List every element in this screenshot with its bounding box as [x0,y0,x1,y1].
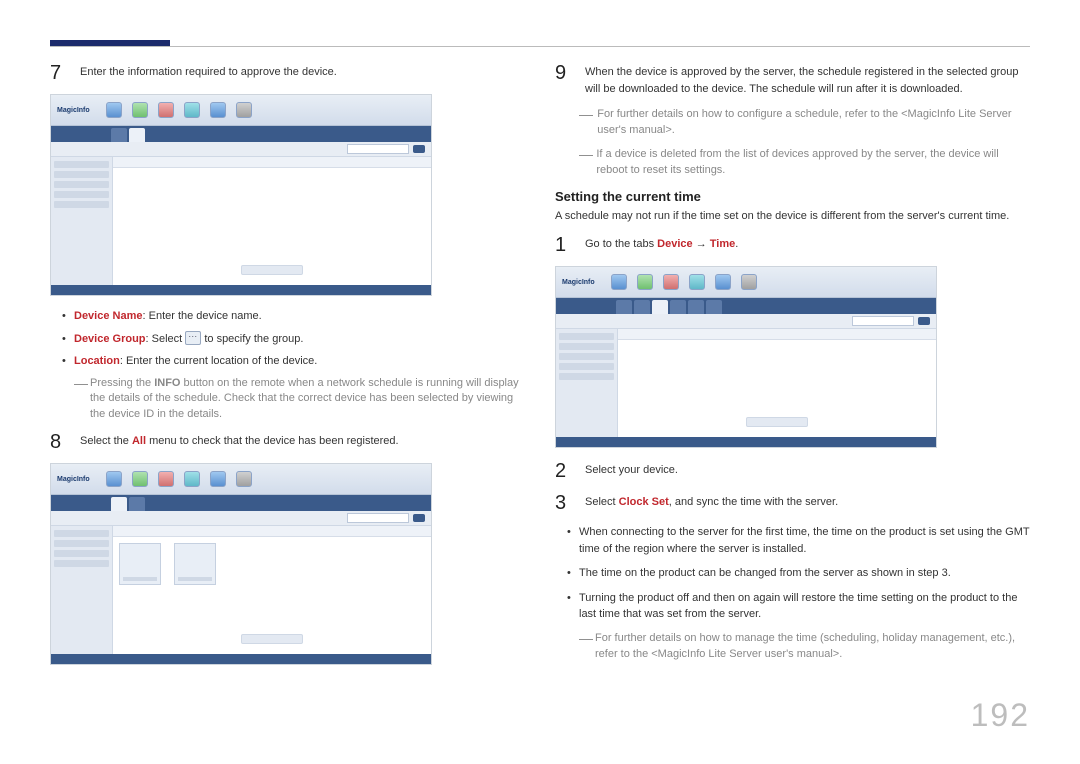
app-logo: MagicInfo [57,476,90,483]
step-number: 1 [555,234,573,256]
screenshot-approve-device: MagicInfo [50,94,432,296]
dash-icon: ― [579,147,590,179]
search-box [347,144,409,154]
step-text: When the device is approved by the serve… [585,62,1030,97]
step-number: 3 [555,492,573,514]
bullet-device-name: Device Name: Enter the device name. [74,308,525,325]
step-text: Go to the tabs Device → Time. [585,234,1030,256]
page-number: 192 [50,697,1030,734]
step-9: 9 When the device is approved by the ser… [555,62,1030,97]
device-thumbnail [174,543,216,585]
header-rule [50,46,1030,47]
left-column: 7 Enter the information required to appr… [50,62,525,677]
dash-icon: ― [579,631,589,663]
note-time-manual: ― For further details on how to manage t… [555,631,1030,663]
note-info-button: ― Pressing the INFO button on the remote… [50,376,525,424]
group-select-icon [185,331,201,345]
note-device-deleted: ― If a device is deleted from the list o… [555,147,1030,179]
step-text: Select the All menu to check that the de… [80,431,525,453]
dash-icon: ― [74,376,84,424]
step-3: 3 Select Clock Set, and sync the time wi… [555,492,1030,514]
step-text: Enter the information required to approv… [80,62,525,84]
step-number: 2 [555,460,573,482]
step-number: 8 [50,431,68,453]
bullet-device-group: Device Group: Select to specify the grou… [74,331,525,348]
nav-icon [106,102,122,118]
nav-icon [132,102,148,118]
nav-icon [158,102,174,118]
screenshot-time-tab: MagicInfo [555,266,937,448]
sub-bullet: When connecting to the server for the fi… [579,524,1030,557]
time-sub-bullets: When connecting to the server for the fi… [555,524,1030,623]
app-logo: MagicInfo [57,107,90,114]
screenshot-device-registered: MagicInfo [50,463,432,665]
bullet-location: Location: Enter the current location of … [74,353,525,370]
section-lead: A schedule may not run if the time set o… [555,208,1030,225]
step-text: Select your device. [585,460,1030,482]
nav-icon [210,102,226,118]
dash-icon: ― [579,107,591,139]
search-btn [413,145,425,153]
sub-bullet: The time on the product can be changed f… [579,565,1030,582]
step-8: 8 Select the All menu to check that the … [50,431,525,453]
tab-active [129,128,145,142]
tab [111,128,127,142]
sub-bullet: Turning the product off and then on agai… [579,590,1030,623]
step-text: Select Clock Set, and sync the time with… [585,492,1030,514]
nav-icon [236,102,252,118]
two-column-layout: 7 Enter the information required to appr… [50,62,1030,677]
step-number: 9 [555,62,573,97]
right-column: 9 When the device is approved by the ser… [555,62,1030,677]
device-info-bullets: Device Name: Enter the device name. Devi… [50,308,525,370]
note-schedule-manual: ― For further details on how to configur… [555,107,1030,139]
device-thumbnail [119,543,161,585]
step-2: 2 Select your device. [555,460,1030,482]
nav-icon [184,102,200,118]
step-7: 7 Enter the information required to appr… [50,62,525,84]
step-number: 7 [50,62,68,84]
section-title: Setting the current time [555,189,1030,204]
app-logo: MagicInfo [562,279,595,286]
step-1: 1 Go to the tabs Device → Time. [555,234,1030,256]
